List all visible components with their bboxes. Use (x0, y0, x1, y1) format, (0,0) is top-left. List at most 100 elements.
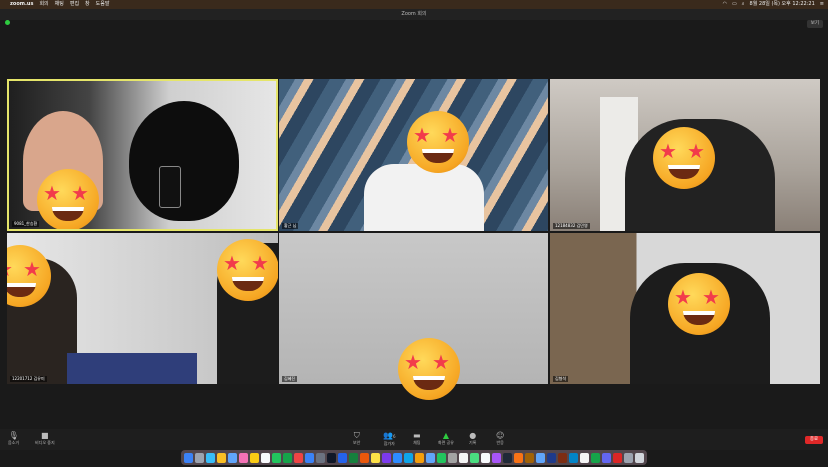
wifi-icon[interactable]: ◠ (723, 0, 727, 9)
vscode-icon[interactable] (404, 452, 413, 463)
end-meeting-button[interactable]: 종료 (805, 436, 823, 444)
menu-meeting[interactable]: 회의 (39, 0, 48, 9)
person (364, 164, 484, 231)
video-grid: ★ ★ 9081_한승환 ★ ★ 황근 님 ★ ★ 12184832 김민영 ★ ★ ★… (7, 79, 820, 384)
microphone-icon: 🎙 (8, 431, 19, 440)
video-tile[interactable]: ★ ★ 12184832 김민영 (550, 79, 820, 231)
mute-button[interactable]: 🎙 음소거 (8, 431, 19, 446)
trash-icon[interactable] (635, 452, 644, 463)
launchpad-icon[interactable] (195, 452, 204, 463)
participant-name: 김형석 (553, 376, 569, 382)
participant-name: 12201712 김유미 (10, 376, 47, 382)
terminal-icon[interactable] (327, 452, 336, 463)
menu-help[interactable]: 도움말 (96, 0, 110, 9)
reactions-button[interactable]: ☺ 반응 (496, 431, 504, 446)
star-struck-emoji-icon: ★★ (653, 127, 715, 189)
spotify-icon[interactable] (591, 452, 600, 463)
chrome-icon[interactable] (217, 452, 226, 463)
photoshop-icon[interactable] (547, 452, 556, 463)
contacts-icon[interactable] (525, 452, 534, 463)
excel-icon[interactable] (349, 452, 358, 463)
zoom-icon[interactable] (393, 452, 402, 463)
star-struck-emoji-icon: ★★ (668, 273, 730, 335)
mail-icon[interactable] (228, 452, 237, 463)
slack-icon[interactable] (382, 452, 391, 463)
stop-video-button[interactable]: ■ 비디오 중지 (35, 431, 55, 446)
photos-icon[interactable] (239, 452, 248, 463)
stop-video-label: 비디오 중지 (35, 440, 55, 445)
star-struck-emoji-icon: ★★ (37, 169, 99, 229)
text-edit-icon[interactable] (459, 452, 468, 463)
video-tile[interactable]: ★★ ★★ 12201712 김유미 (7, 233, 278, 384)
participant-name: 황근 님 (282, 223, 299, 229)
menu-chat[interactable]: 채팅 (55, 0, 64, 9)
menu-app[interactable]: zoom.us (10, 0, 33, 9)
maps-icon[interactable] (470, 452, 479, 463)
apple-logo-icon (129, 101, 239, 221)
notification-icon[interactable]: ≡ (820, 0, 824, 9)
star-struck-emoji-icon: ★★ (407, 111, 469, 173)
word-icon[interactable] (338, 452, 347, 463)
participants-count: 6 (392, 434, 396, 439)
video-camera-icon: ■ (41, 431, 49, 440)
participant-name: 12184832 김민영 (553, 223, 590, 229)
discord-icon[interactable] (602, 452, 611, 463)
keynote-icon[interactable] (426, 452, 435, 463)
youtube-icon[interactable] (613, 452, 622, 463)
star-struck-emoji-icon: ★★ (398, 338, 460, 400)
video-tile[interactable]: ★ ★ 황근 님 (279, 79, 548, 231)
illustrator-icon[interactable] (558, 452, 567, 463)
menu-edit[interactable]: 편집 (70, 0, 79, 9)
reminders-icon[interactable] (481, 452, 490, 463)
app-store-icon[interactable] (305, 452, 314, 463)
star-struck-emoji-icon: ★★ (217, 239, 278, 301)
view-button[interactable]: 보기 (806, 20, 823, 28)
participants-icon: 👥6 (383, 431, 396, 440)
security-indicator-icon[interactable] (5, 20, 10, 25)
share-screen-button[interactable]: ▲ 화면 공유 (438, 431, 454, 446)
menu-clock[interactable]: 8월 28일 (목) 오후 12:22:21 (750, 0, 815, 9)
reactions-label: 반응 (496, 440, 504, 445)
menu-window[interactable]: 창 (85, 0, 90, 9)
participants-button[interactable]: 👥6 참가자 (383, 431, 396, 447)
meeting-toolbar: 🎙 음소거 ■ 비디오 중지 ⛉ 보안 👥6 참가자 ▬ 채팅 ▲ 화면 공유 … (0, 429, 828, 450)
chat-label: 채팅 (413, 440, 421, 445)
video-tile[interactable]: ★ ★ 9081_한승환 (7, 79, 278, 231)
share-screen-icon: ▲ (442, 431, 450, 440)
preview-icon[interactable] (448, 452, 457, 463)
books-icon[interactable] (514, 452, 523, 463)
pages-icon[interactable] (415, 452, 424, 463)
safari-icon[interactable] (206, 452, 215, 463)
mute-label: 음소거 (8, 440, 20, 445)
kakaotalk-icon[interactable] (371, 452, 380, 463)
share-screen-label: 화면 공유 (438, 440, 454, 445)
record-button[interactable]: ● 기록 (469, 431, 476, 446)
podcasts-icon[interactable] (492, 452, 501, 463)
messages-icon[interactable] (272, 452, 281, 463)
participant-name: 김혜진 (282, 376, 298, 382)
phone (159, 166, 181, 208)
hwp-icon[interactable] (569, 452, 578, 463)
video-tile[interactable]: ★ ★ 김형석 (550, 233, 820, 384)
participants-label: 참가자 (383, 441, 395, 446)
downloads-icon[interactable] (624, 452, 633, 463)
menu-bar: zoom.us 회의 채팅 편집 창 도움말 ◠ ▭ ⌕ 8월 28일 (목) … (0, 0, 828, 9)
settings-icon[interactable] (316, 452, 325, 463)
calendar-icon[interactable] (261, 452, 270, 463)
dock (181, 450, 647, 465)
chat-button[interactable]: ▬ 채팅 (413, 431, 421, 446)
facetime-icon[interactable] (283, 452, 292, 463)
notes-icon[interactable] (250, 452, 259, 463)
powerpoint-icon[interactable] (360, 452, 369, 463)
window-title: Zoom 회의 (0, 9, 828, 20)
files-icon[interactable] (536, 452, 545, 463)
search-icon[interactable]: ⌕ (742, 0, 745, 9)
numbers-icon[interactable] (437, 452, 446, 463)
security-button[interactable]: ⛉ 보안 (353, 431, 360, 446)
notion-icon[interactable] (580, 452, 589, 463)
participant-name: 9081_한승환 (12, 221, 40, 227)
battery-icon[interactable]: ▭ (732, 0, 737, 9)
tv-icon[interactable] (503, 452, 512, 463)
music-icon[interactable] (294, 452, 303, 463)
finder-icon[interactable] (184, 452, 193, 463)
